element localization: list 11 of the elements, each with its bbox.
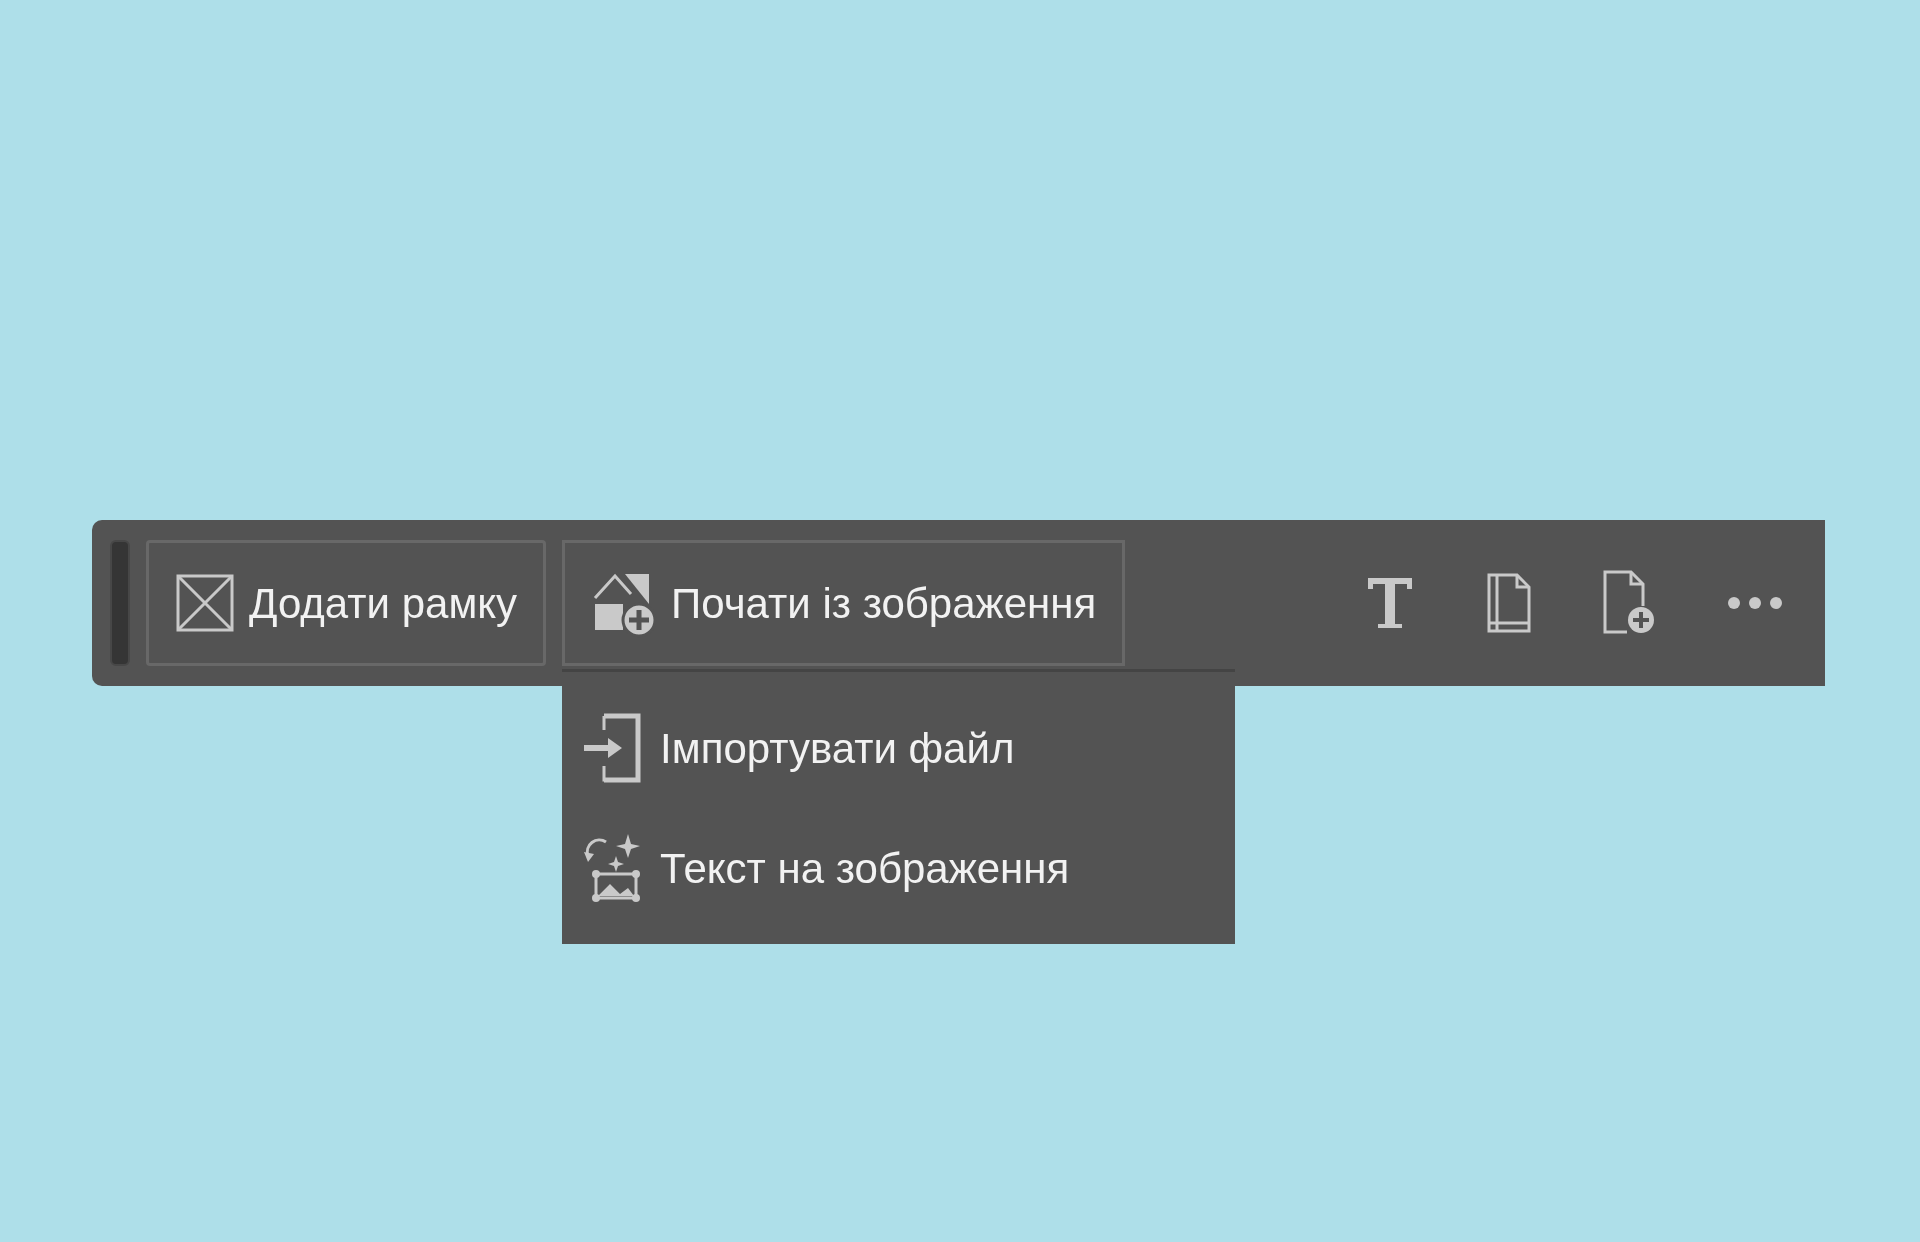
page-icon[interactable] bbox=[1487, 573, 1531, 633]
button-label: Додати рамку bbox=[249, 578, 518, 629]
new-page-icon[interactable] bbox=[1603, 570, 1655, 636]
frame-icon bbox=[175, 573, 235, 633]
toolbar-grip[interactable] bbox=[110, 540, 130, 666]
menu-item-label: Імпортувати файл bbox=[660, 723, 1015, 774]
menu-item-label: Текст на зображення bbox=[660, 843, 1070, 894]
more-icon[interactable] bbox=[1727, 596, 1783, 610]
toolbar-button[interactable]: Додати рамку bbox=[146, 540, 547, 666]
button-label: Почати із зображення bbox=[671, 578, 1097, 629]
text-icon[interactable] bbox=[1365, 575, 1415, 631]
